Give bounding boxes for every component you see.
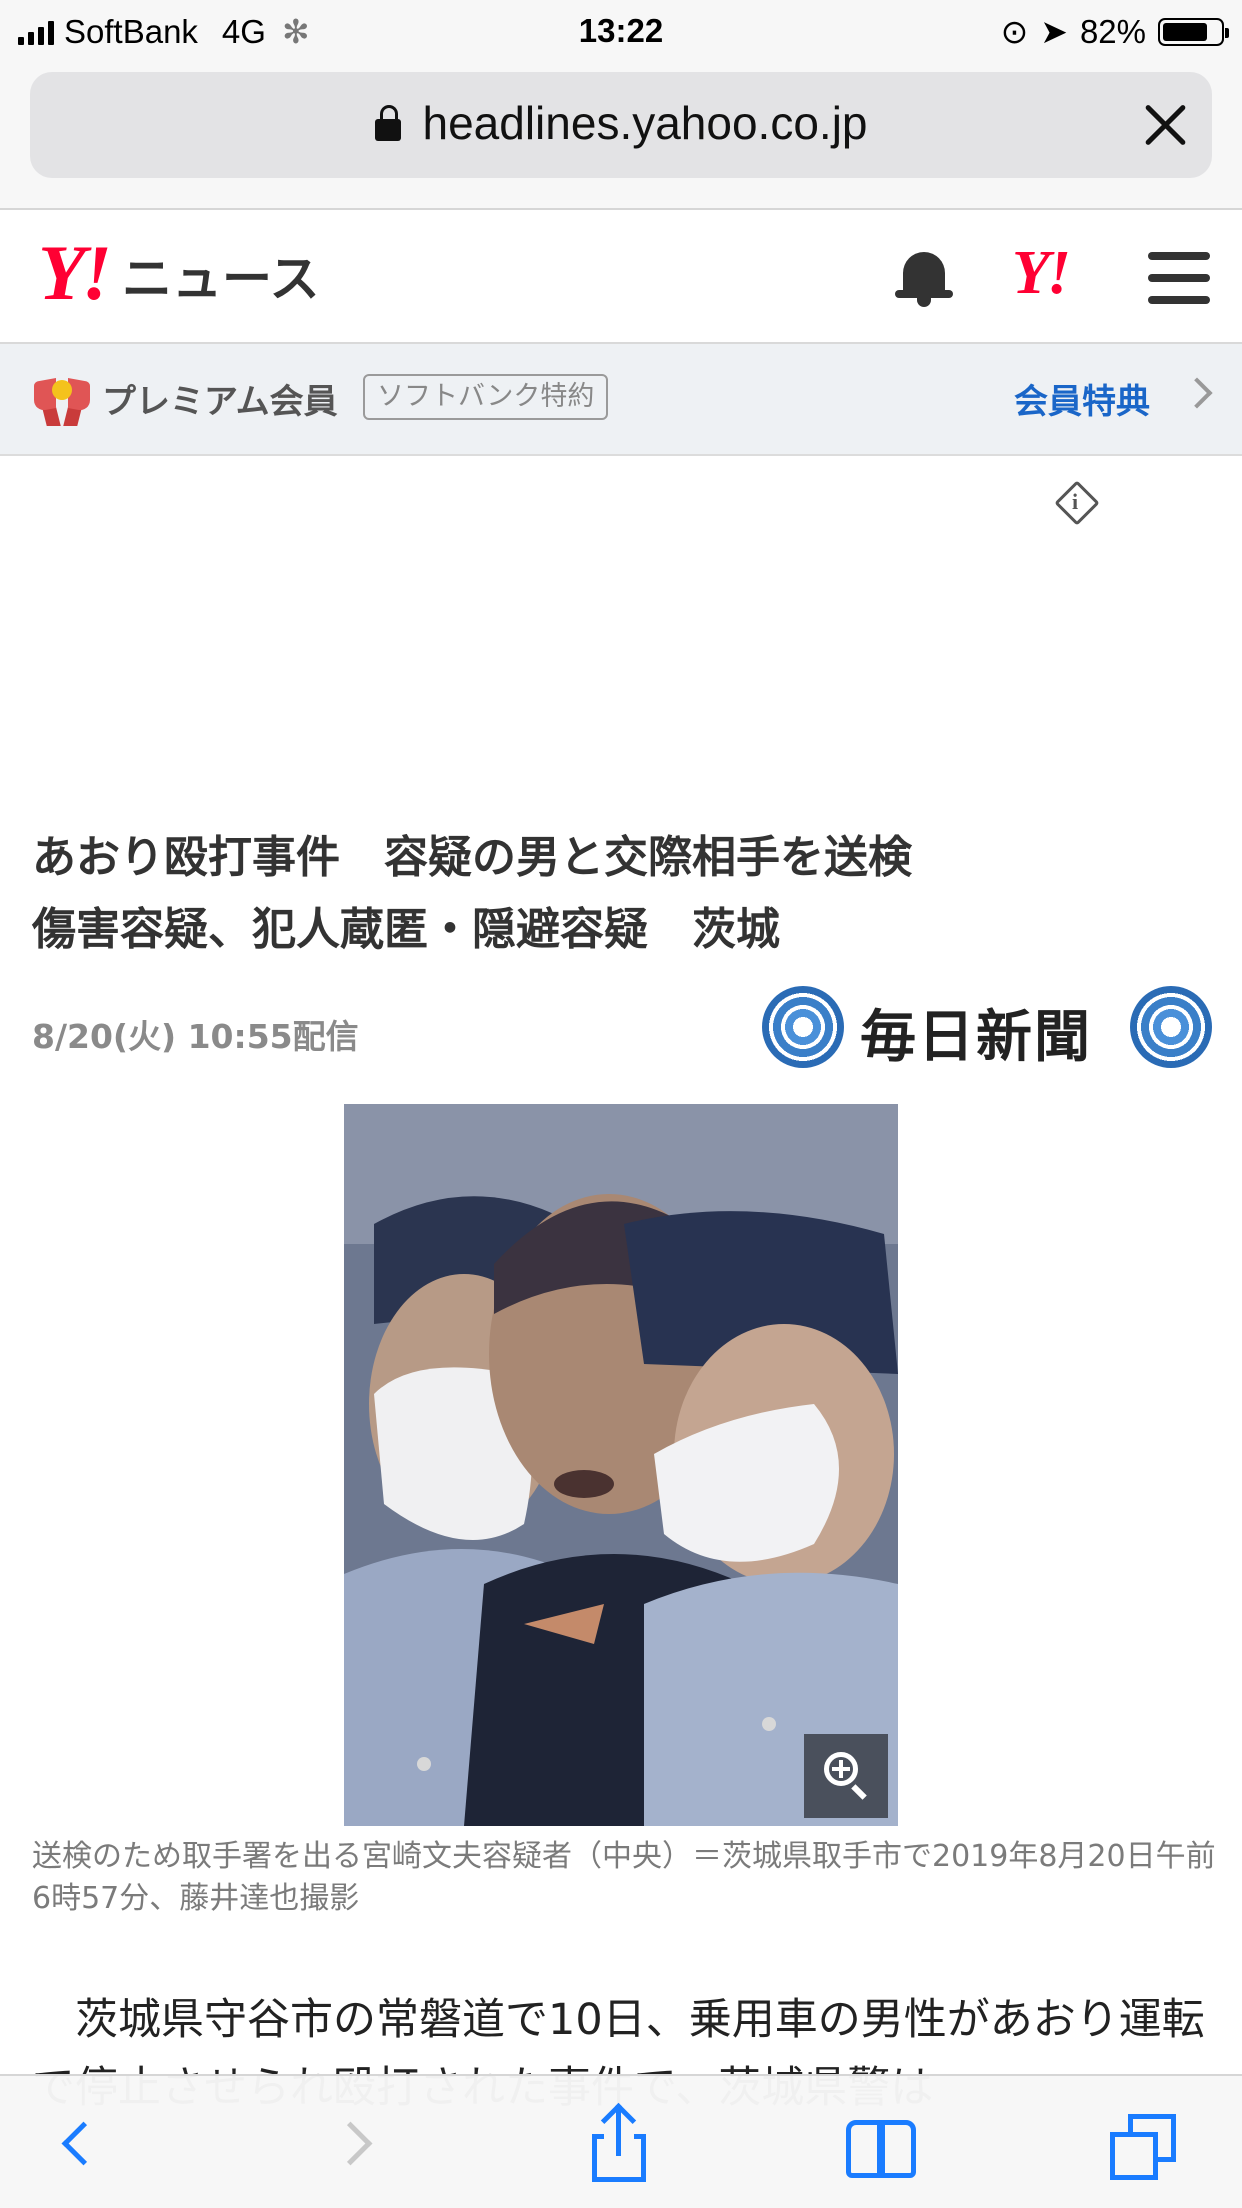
headline-line-2: 傷害容疑、犯人蔵匿・隠避容疑 茨城 [32,904,780,955]
site-header: Y! ニュース Y! [0,210,1242,344]
hamburger-menu-icon[interactable] [1148,252,1210,304]
ribbon-icon [34,374,90,426]
tabs-icon[interactable] [1100,2106,1180,2186]
headline-line-1: あおり殴打事件 容疑の男と交際相手を送検 [32,832,912,883]
share-icon[interactable] [580,2102,660,2186]
ad-info-icon[interactable]: i [1054,480,1100,526]
close-icon[interactable] [1142,102,1188,148]
forward-chevron-icon[interactable] [315,2106,395,2186]
zoom-in-button[interactable] [804,1734,888,1818]
photo-caption: 送検のため取手署を出る宮崎文夫容疑者（中央）＝茨城県取手市で2019年8月20日… [32,1839,1216,1916]
article-headline: あおり殴打事件 容疑の男と交際相手を送検 傷害容疑、犯人蔵匿・隠避容疑 茨城 [32,822,1192,966]
bookmarks-icon[interactable] [842,2106,922,2186]
battery-percent: 82% [1079,12,1146,50]
premium-label: プレミアム会員 [102,382,338,422]
softbank-tag: ソフトバンク特約 [363,374,609,420]
chevron-right-icon[interactable] [1181,377,1213,409]
yahoo-y-icon[interactable]: Y! [1012,238,1071,309]
status-right: ⊙ ➤ 82% [1000,12,1229,51]
browser-toolbar [0,2074,1242,2208]
battery-icon [1158,17,1229,46]
article-photo[interactable] [344,1104,898,1826]
photo-scene [344,1104,898,1826]
battery-fill [1163,22,1207,41]
yahoo-logo-mark: Y! [38,229,112,316]
address-bar[interactable]: headlines.yahoo.co.jp [30,72,1212,178]
member-benefits-link[interactable]: 会員特典 [1014,374,1150,423]
mainichi-source-logo[interactable]: 毎日新聞 [762,986,1212,1070]
mainichi-emblem-left [762,986,844,1068]
back-chevron-icon[interactable] [40,2106,120,2186]
bell-icon[interactable] [893,248,955,310]
status-bar: SoftBank 4G ✻ 13:22 ⊙ ➤ 82% [0,0,1242,62]
lock-icon [374,105,401,141]
news-logo-text: ニュース [122,250,320,308]
location-arrow-icon: ➤ [1040,13,1068,50]
url-text: headlines.yahoo.co.jp [422,97,868,149]
premium-member-bar[interactable]: プレミアム会員 ソフトバンク特約 会員特典 [0,344,1242,456]
publish-date: 8/20(火) 10:55配信 [32,1017,359,1056]
source-name: 毎日新聞 [860,1004,1092,1070]
browser-url-area: headlines.yahoo.co.jp [0,62,1242,210]
rotation-lock-icon: ⊙ [1000,13,1029,50]
yahoo-news-logo[interactable]: Y! ニュース [38,229,320,316]
mainichi-emblem-right [1130,986,1212,1068]
